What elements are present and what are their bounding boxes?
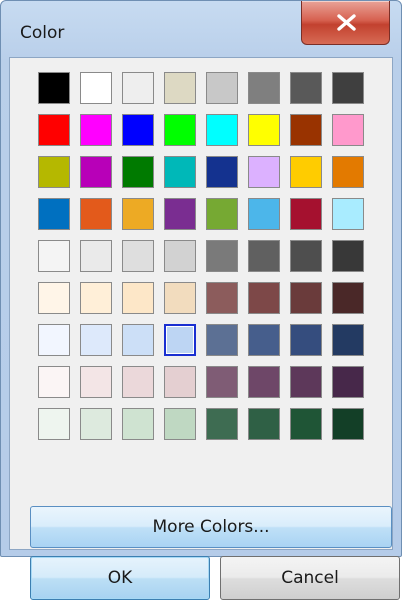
color-swatch[interactable] <box>248 324 280 356</box>
close-button[interactable] <box>301 1 390 45</box>
color-swatch[interactable] <box>80 324 112 356</box>
ok-button[interactable]: OK <box>30 556 210 600</box>
color-swatch[interactable] <box>332 282 364 314</box>
color-swatch[interactable] <box>122 198 154 230</box>
color-swatch[interactable] <box>38 72 70 104</box>
color-swatch[interactable] <box>80 198 112 230</box>
color-swatch[interactable] <box>290 198 322 230</box>
color-swatch[interactable] <box>206 366 238 398</box>
color-swatch[interactable] <box>38 282 70 314</box>
color-swatch[interactable] <box>290 408 322 440</box>
color-swatch[interactable] <box>38 324 70 356</box>
cancel-button[interactable]: Cancel <box>220 556 400 600</box>
color-swatch[interactable] <box>290 282 322 314</box>
color-swatch[interactable] <box>290 114 322 146</box>
color-swatch[interactable] <box>122 240 154 272</box>
color-swatch[interactable] <box>38 408 70 440</box>
color-swatch[interactable] <box>122 156 154 188</box>
color-swatch[interactable] <box>206 240 238 272</box>
color-swatch[interactable] <box>80 366 112 398</box>
color-dialog: Color More Colors... OK Cancel <box>0 0 402 600</box>
color-swatch[interactable] <box>164 72 196 104</box>
color-swatch[interactable] <box>248 408 280 440</box>
color-swatch[interactable] <box>164 198 196 230</box>
color-swatch[interactable] <box>164 366 196 398</box>
color-swatch[interactable] <box>248 366 280 398</box>
color-swatch[interactable] <box>206 282 238 314</box>
color-swatch[interactable] <box>38 198 70 230</box>
dialog-body: More Colors... OK Cancel <box>9 57 400 600</box>
color-swatch[interactable] <box>332 72 364 104</box>
close-icon <box>337 14 356 31</box>
more-colors-button[interactable]: More Colors... <box>30 506 392 548</box>
color-swatch[interactable] <box>38 366 70 398</box>
color-swatch[interactable] <box>248 198 280 230</box>
color-swatch[interactable] <box>122 114 154 146</box>
color-swatch[interactable] <box>248 114 280 146</box>
color-swatch[interactable] <box>164 240 196 272</box>
color-swatch[interactable] <box>38 240 70 272</box>
color-swatch[interactable] <box>206 72 238 104</box>
color-swatch[interactable] <box>206 324 238 356</box>
color-swatch[interactable] <box>38 156 70 188</box>
color-swatch[interactable] <box>164 282 196 314</box>
color-swatch[interactable] <box>290 240 322 272</box>
color-swatch[interactable] <box>38 114 70 146</box>
color-swatch[interactable] <box>206 114 238 146</box>
color-swatch[interactable] <box>332 156 364 188</box>
color-swatch[interactable] <box>80 282 112 314</box>
color-swatch[interactable] <box>248 156 280 188</box>
color-swatch[interactable] <box>206 198 238 230</box>
color-swatch[interactable] <box>332 114 364 146</box>
color-swatch[interactable] <box>80 408 112 440</box>
color-swatch[interactable] <box>164 408 196 440</box>
color-swatch-selected[interactable] <box>164 324 196 356</box>
color-swatch[interactable] <box>332 366 364 398</box>
color-swatch[interactable] <box>206 156 238 188</box>
color-swatch[interactable] <box>122 282 154 314</box>
color-swatch[interactable] <box>332 324 364 356</box>
color-swatch[interactable] <box>80 240 112 272</box>
color-swatch[interactable] <box>332 240 364 272</box>
color-swatch[interactable] <box>290 324 322 356</box>
color-swatch[interactable] <box>290 156 322 188</box>
color-swatch[interactable] <box>332 408 364 440</box>
color-swatch[interactable] <box>122 408 154 440</box>
color-swatch[interactable] <box>290 72 322 104</box>
color-swatch[interactable] <box>248 240 280 272</box>
color-swatch[interactable] <box>248 72 280 104</box>
color-swatch[interactable] <box>122 366 154 398</box>
color-swatch[interactable] <box>164 156 196 188</box>
color-swatch[interactable] <box>80 114 112 146</box>
color-swatch[interactable] <box>332 198 364 230</box>
color-swatch[interactable] <box>164 114 196 146</box>
color-swatch[interactable] <box>80 72 112 104</box>
color-swatch[interactable] <box>206 408 238 440</box>
color-swatch[interactable] <box>248 282 280 314</box>
color-swatch[interactable] <box>80 156 112 188</box>
color-swatch[interactable] <box>122 72 154 104</box>
dialog-title: Color <box>20 23 65 43</box>
color-swatch[interactable] <box>122 324 154 356</box>
color-swatch[interactable] <box>290 366 322 398</box>
